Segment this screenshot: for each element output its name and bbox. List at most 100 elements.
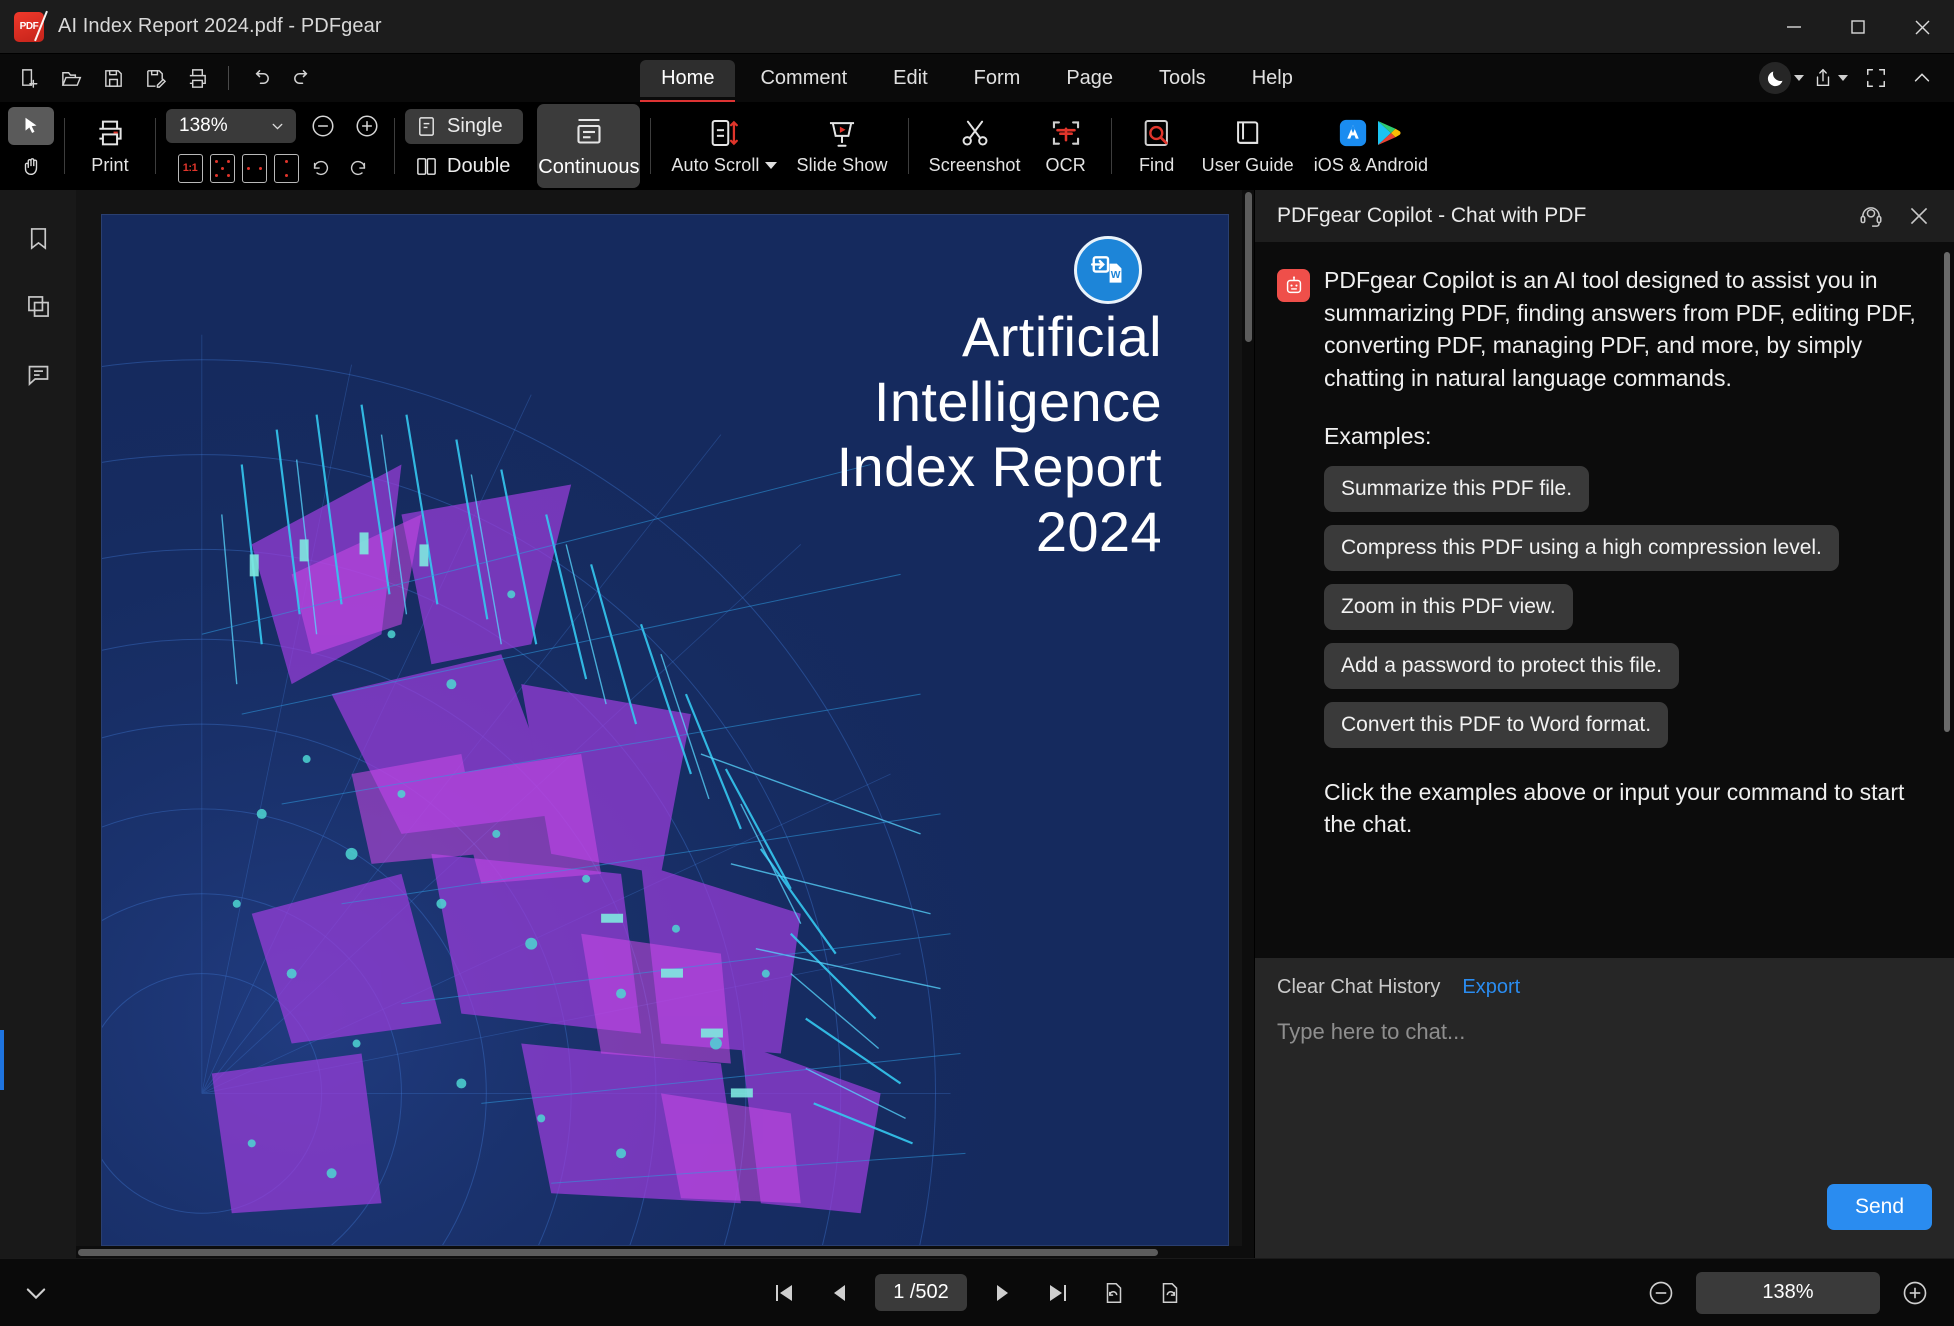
collapse-ribbon-button[interactable] <box>1902 59 1942 97</box>
prev-page-icon[interactable] <box>819 1272 861 1314</box>
horizontal-scrollbar[interactable] <box>76 1246 1254 1258</box>
first-page-icon[interactable] <box>763 1272 805 1314</box>
tab-help[interactable]: Help <box>1231 60 1314 97</box>
copilot-header-buttons <box>1852 197 1938 235</box>
clear-chat-history-button[interactable]: Clear Chat History <box>1277 976 1440 999</box>
ribbon-divider <box>64 118 65 174</box>
print-icon[interactable] <box>178 59 216 97</box>
single-page-button[interactable]: Single <box>405 108 524 144</box>
double-page-label: Double <box>447 154 511 177</box>
tab-bar-right <box>1759 54 1942 102</box>
moon-icon <box>1759 62 1791 94</box>
zoom-level-value: 138% <box>179 115 228 136</box>
user-guide-button[interactable]: User Guide <box>1192 106 1304 186</box>
screenshot-label: Screenshot <box>928 155 1021 175</box>
main-area: W Artificial Intelligence Index Report 2… <box>0 190 1954 1258</box>
maximize-icon[interactable] <box>1826 0 1890 54</box>
svg-text:W: W <box>1111 270 1121 281</box>
tab-home[interactable]: Home <box>640 59 736 103</box>
example-chip-compress[interactable]: Compress this PDF using a high compressi… <box>1324 524 1839 571</box>
pdfgear-window: PDF AI Index Report 2024.pdf - PDFgear H… <box>0 0 1954 1326</box>
zoom-in-icon[interactable] <box>350 109 384 143</box>
tab-page[interactable]: Page <box>1045 60 1134 97</box>
close-icon[interactable] <box>1900 197 1938 235</box>
quick-access-toolbar <box>10 54 321 102</box>
find-button[interactable]: Find <box>1122 106 1192 186</box>
pdf-viewer[interactable]: W Artificial Intelligence Index Report 2… <box>76 190 1254 1258</box>
close-icon[interactable] <box>1890 0 1954 54</box>
tab-edit[interactable]: Edit <box>872 60 948 97</box>
export-chat-button[interactable]: Export <box>1462 976 1520 999</box>
dark-mode-toggle[interactable] <box>1759 62 1804 94</box>
print-button[interactable]: Print <box>75 106 145 186</box>
copilot-hint-text: Click the examples above or input your c… <box>1324 778 1905 837</box>
tab-comment[interactable]: Comment <box>739 60 868 97</box>
pages-icon[interactable] <box>14 284 62 328</box>
horizontal-scrollbar-thumb[interactable] <box>78 1249 1158 1256</box>
example-chip-password[interactable]: Add a password to protect this file. <box>1324 642 1679 689</box>
tab-tools[interactable]: Tools <box>1138 60 1227 97</box>
ribbon-group-zoom: 138% 1:1 <box>166 102 384 190</box>
slide-show-button[interactable]: Slide Show <box>787 106 898 186</box>
chat-input[interactable] <box>1277 1019 1932 1045</box>
copilot-scrollbar-thumb[interactable] <box>1944 252 1950 732</box>
continuous-label: Continuous <box>538 155 640 178</box>
page-indicator[interactable]: 1 /502 <box>875 1274 967 1311</box>
tab-form[interactable]: Form <box>953 60 1042 97</box>
comment-icon[interactable] <box>14 352 62 396</box>
page-history-forward-icon[interactable] <box>1149 1272 1191 1314</box>
copilot-intro-text: PDFgear Copilot is an AI tool designed t… <box>1324 267 1916 391</box>
print-label: Print <box>91 155 129 175</box>
save-icon[interactable] <box>94 59 132 97</box>
ribbon-divider <box>155 118 156 174</box>
mobile-apps-button[interactable]: iOS & Android <box>1304 106 1438 186</box>
hand-icon[interactable] <box>8 148 54 186</box>
new-document-icon[interactable] <box>10 59 48 97</box>
example-chip-summarize[interactable]: Summarize this PDF file. <box>1324 465 1590 512</box>
pdf-logo-icon: PDF <box>14 10 48 42</box>
bot-avatar-icon <box>1277 269 1310 302</box>
zoom-in-icon[interactable] <box>1894 1272 1936 1314</box>
rotate-left-icon[interactable] <box>306 153 336 183</box>
rotate-right-icon[interactable] <box>343 153 373 183</box>
fullscreen-button[interactable] <box>1856 59 1896 97</box>
undo-icon[interactable] <box>241 59 279 97</box>
zoom-level-indicator[interactable]: 138% <box>1696 1271 1880 1314</box>
actual-size-button[interactable]: 1:1 <box>177 153 203 183</box>
auto-scroll-button[interactable]: Auto Scroll <box>661 106 786 186</box>
minimize-icon[interactable] <box>1762 0 1826 54</box>
fit-height-button[interactable] <box>273 153 299 183</box>
save-edit-icon[interactable] <box>136 59 174 97</box>
zoom-level-select[interactable]: 138% <box>166 109 296 143</box>
send-button[interactable]: Send <box>1826 1184 1932 1230</box>
screenshot-button[interactable]: Screenshot <box>919 106 1031 186</box>
ribbon-group-layout: Single Double Continuous <box>405 102 641 190</box>
example-chip-convert-word[interactable]: Convert this PDF to Word format. <box>1324 701 1669 748</box>
redo-icon[interactable] <box>283 59 321 97</box>
fit-page-button[interactable] <box>209 153 235 183</box>
fit-width-button[interactable] <box>241 153 267 183</box>
status-bar: 1 /502 138% <box>0 1258 1954 1326</box>
continuous-button[interactable]: Continuous <box>537 104 641 188</box>
zoom-controls: 138% 1:1 <box>166 109 384 183</box>
example-chip-zoom[interactable]: Zoom in this PDF view. <box>1324 583 1573 630</box>
chevron-down-icon[interactable] <box>10 1267 62 1319</box>
cover-title-line-4: 2024 <box>1035 499 1162 563</box>
last-page-icon[interactable] <box>1037 1272 1079 1314</box>
zoom-out-icon[interactable] <box>1640 1272 1682 1314</box>
ocr-button[interactable]: OCR <box>1031 106 1101 186</box>
vertical-scrollbar-thumb[interactable] <box>1245 192 1252 342</box>
copilot-header: PDFgear Copilot - Chat with PDF <box>1255 190 1954 242</box>
page-history-back-icon[interactable] <box>1093 1272 1135 1314</box>
bookmark-icon[interactable] <box>14 216 62 260</box>
cursor-arrow-icon[interactable] <box>8 106 54 145</box>
headset-icon[interactable] <box>1852 197 1890 235</box>
open-folder-icon[interactable] <box>52 59 90 97</box>
double-page-button[interactable]: Double <box>405 149 523 184</box>
vertical-scrollbar[interactable] <box>1242 190 1254 1246</box>
next-page-icon[interactable] <box>981 1272 1023 1314</box>
share-button[interactable] <box>1810 59 1850 97</box>
copilot-intro-message: PDFgear Copilot is an AI tool designed t… <box>1277 264 1928 395</box>
zoom-out-icon[interactable] <box>306 109 340 143</box>
status-bar-left <box>10 1267 62 1319</box>
